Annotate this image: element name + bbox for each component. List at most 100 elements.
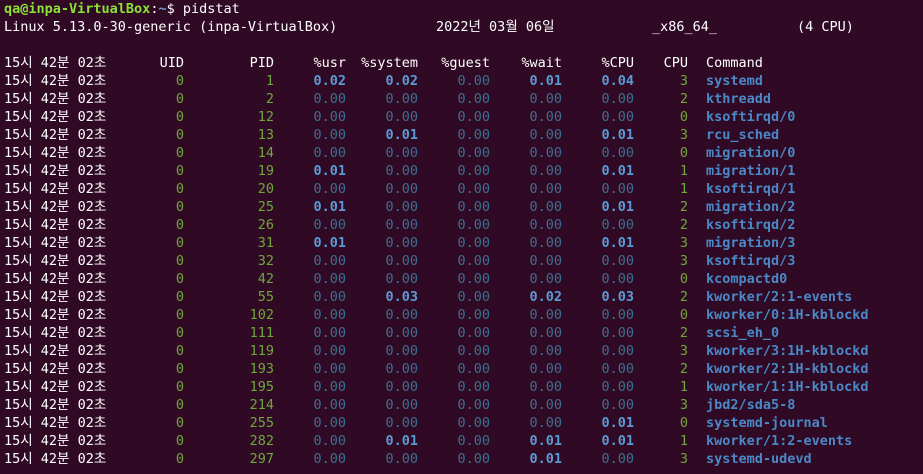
cell-system: 0.00 (385, 325, 418, 341)
cell-time: 15시 42분 02초 (4, 235, 107, 251)
table-row: 15시 42분 02초 0 25 0.01 0.00 0.00 0.00 0.01 2 migra… (0, 198, 923, 216)
cell-cpu-pct: 0.00 (601, 217, 634, 233)
cell-guest: 0.00 (457, 271, 490, 287)
cell-wait: 0.02 (529, 289, 562, 305)
header-cpu: CPU (663, 55, 688, 71)
cell-time: 15시 42분 02초 (4, 73, 107, 89)
cell-pid: 297 (249, 451, 274, 467)
cell-system: 0.00 (385, 91, 418, 107)
cell-usr: 0.00 (313, 181, 346, 197)
cell-system: 0.00 (385, 397, 418, 413)
cell-usr: 0.00 (313, 451, 346, 467)
cell-usr: 0.00 (313, 361, 346, 377)
cell-wait: 0.00 (529, 127, 562, 143)
cell-cpu: 1 (679, 379, 688, 395)
cell-cpu: 1 (679, 433, 688, 449)
table-row: 15시 42분 02초 0 193 0.00 0.00 0.00 0.00 0.00 2 kwor… (0, 360, 923, 378)
cell-guest: 0.00 (457, 109, 490, 125)
cell-guest: 0.00 (457, 199, 490, 215)
cell-command: migration/1 (706, 163, 796, 179)
cell-uid: 0 (175, 397, 184, 413)
cell-pid: 19 (257, 163, 274, 179)
cell-wait: 0.00 (529, 379, 562, 395)
cell-wait: 0.00 (529, 361, 562, 377)
cell-guest: 0.00 (457, 91, 490, 107)
header-pid: PID (249, 55, 274, 71)
cell-pid: 32 (257, 253, 274, 269)
cell-time: 15시 42분 02초 (4, 217, 107, 233)
cell-wait: 0.00 (529, 109, 562, 125)
cell-command: kworker/3:1H-kblockd (706, 343, 869, 359)
cell-guest: 0.00 (457, 73, 490, 89)
cell-cpu-pct: 0.00 (601, 379, 634, 395)
header-time: 15시 42분 02초 (4, 55, 107, 71)
cell-time: 15시 42분 02초 (4, 181, 107, 197)
cell-time: 15시 42분 02초 (4, 397, 107, 413)
cell-cpu-pct: 0.01 (601, 415, 634, 431)
cell-wait: 0.00 (529, 181, 562, 197)
process-table: 15시 42분 02초 0 1 0.02 0.02 0.00 0.01 0.04 3 system… (0, 72, 923, 468)
cell-time: 15시 42분 02초 (4, 361, 107, 377)
cell-system: 0.00 (385, 235, 418, 251)
cell-guest: 0.00 (457, 145, 490, 161)
cell-cpu: 0 (679, 307, 688, 323)
cell-cpu-pct: 0.00 (601, 181, 634, 197)
table-row: 15시 42분 02초 0 214 0.00 0.00 0.00 0.00 0.00 3 jbd2… (0, 396, 923, 414)
cell-wait: 0.00 (529, 415, 562, 431)
cell-system: 0.00 (385, 361, 418, 377)
cell-uid: 0 (175, 307, 184, 323)
cell-wait: 0.00 (529, 163, 562, 179)
cell-guest: 0.00 (457, 253, 490, 269)
cell-pid: 255 (249, 415, 274, 431)
table-row: 15시 42분 02초 0 20 0.00 0.00 0.00 0.00 0.00 1 ksoft… (0, 180, 923, 198)
cell-usr: 0.00 (313, 379, 346, 395)
cell-wait: 0.01 (529, 73, 562, 89)
header-system: %system (361, 55, 418, 71)
cell-wait: 0.00 (529, 199, 562, 215)
cell-usr: 0.00 (313, 109, 346, 125)
cell-pid: 2 (265, 91, 274, 107)
cell-cpu: 3 (679, 235, 688, 251)
cell-usr: 0.00 (313, 289, 346, 305)
table-row: 15시 42분 02초 0 195 0.00 0.00 0.00 0.00 0.00 1 kwor… (0, 378, 923, 396)
cell-uid: 0 (175, 199, 184, 215)
table-row: 15시 42분 02초 0 31 0.01 0.00 0.00 0.00 0.01 3 migra… (0, 234, 923, 252)
table-row: 15시 42분 02초 0 32 0.00 0.00 0.00 0.00 0.00 3 ksoft… (0, 252, 923, 270)
terminal-window[interactable]: qa@inpa-VirtualBox:~$ pidstat Linux 5.13… (0, 0, 923, 474)
cell-pid: 55 (257, 289, 274, 305)
cell-uid: 0 (175, 325, 184, 341)
cell-guest: 0.00 (457, 361, 490, 377)
cell-cpu: 3 (679, 451, 688, 467)
cell-uid: 0 (175, 235, 184, 251)
cell-cpu: 2 (679, 325, 688, 341)
cell-wait: 0.00 (529, 307, 562, 323)
cell-guest: 0.00 (457, 235, 490, 251)
cell-wait: 0.00 (529, 271, 562, 287)
cell-uid: 0 (175, 433, 184, 449)
cell-system: 0.00 (385, 415, 418, 431)
cell-guest: 0.00 (457, 397, 490, 413)
cell-guest: 0.00 (457, 289, 490, 305)
prompt-path: ~ (158, 1, 167, 17)
sysinfo-kernel: Linux 5.13.0-30-generic (inpa-VirtualBox… (4, 19, 338, 35)
cell-system: 0.00 (385, 109, 418, 125)
cell-pid: 1 (265, 73, 274, 89)
cell-usr: 0.00 (313, 397, 346, 413)
cell-cpu-pct: 0.00 (601, 307, 634, 323)
cell-command: rcu_sched (706, 127, 780, 143)
cell-system: 0.01 (385, 127, 418, 143)
cell-command: kworker/2:1H-kblockd (706, 361, 869, 377)
cell-pid: 119 (249, 343, 274, 359)
table-row: 15시 42분 02초 0 26 0.00 0.00 0.00 0.00 0.00 2 ksoft… (0, 216, 923, 234)
cell-wait: 0.01 (529, 451, 562, 467)
cell-guest: 0.00 (457, 127, 490, 143)
header-command: Command (706, 55, 763, 71)
cell-uid: 0 (175, 451, 184, 467)
cell-cpu-pct: 0.00 (601, 361, 634, 377)
table-row: 15시 42분 02초 0 12 0.00 0.00 0.00 0.00 0.00 0 ksoft… (0, 108, 923, 126)
table-row: 15시 42분 02초 0 2 0.00 0.00 0.00 0.00 0.00 2 kthrea… (0, 90, 923, 108)
cell-uid: 0 (175, 163, 184, 179)
cell-command: ksoftirqd/3 (706, 253, 796, 269)
cell-pid: 102 (249, 307, 274, 323)
